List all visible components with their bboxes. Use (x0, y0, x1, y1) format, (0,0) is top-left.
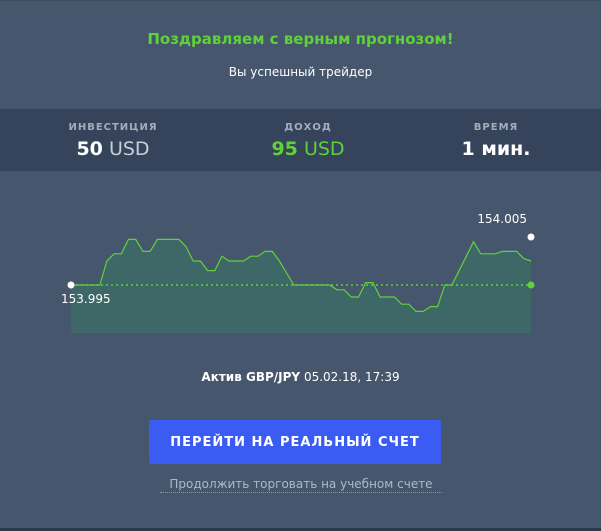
asset-name: Актив GBP/JPY (201, 370, 301, 384)
chart-start-dot (67, 281, 75, 289)
chart-end-dot (527, 233, 535, 241)
asset-info: Актив GBP/JPY 05.02.18, 17:39 (0, 370, 601, 384)
chart-end-label: 154.005 (477, 212, 527, 226)
go-to-real-account-button[interactable]: Перейти на реальный счет (149, 420, 441, 464)
asset-datetime: 05.02.18, 17:39 (303, 370, 400, 384)
continue-demo-link[interactable]: Продолжить торговать на учебном счете (160, 477, 442, 493)
chart-start-label: 153.995 (61, 292, 111, 306)
price-chart: 153.995 154.005 (61, 212, 535, 333)
chart-end-baseline-dot (527, 281, 535, 289)
chart-area (71, 239, 531, 333)
trade-result-panel: Поздравляем с верным прогнозом! Вы успеш… (0, 0, 601, 531)
